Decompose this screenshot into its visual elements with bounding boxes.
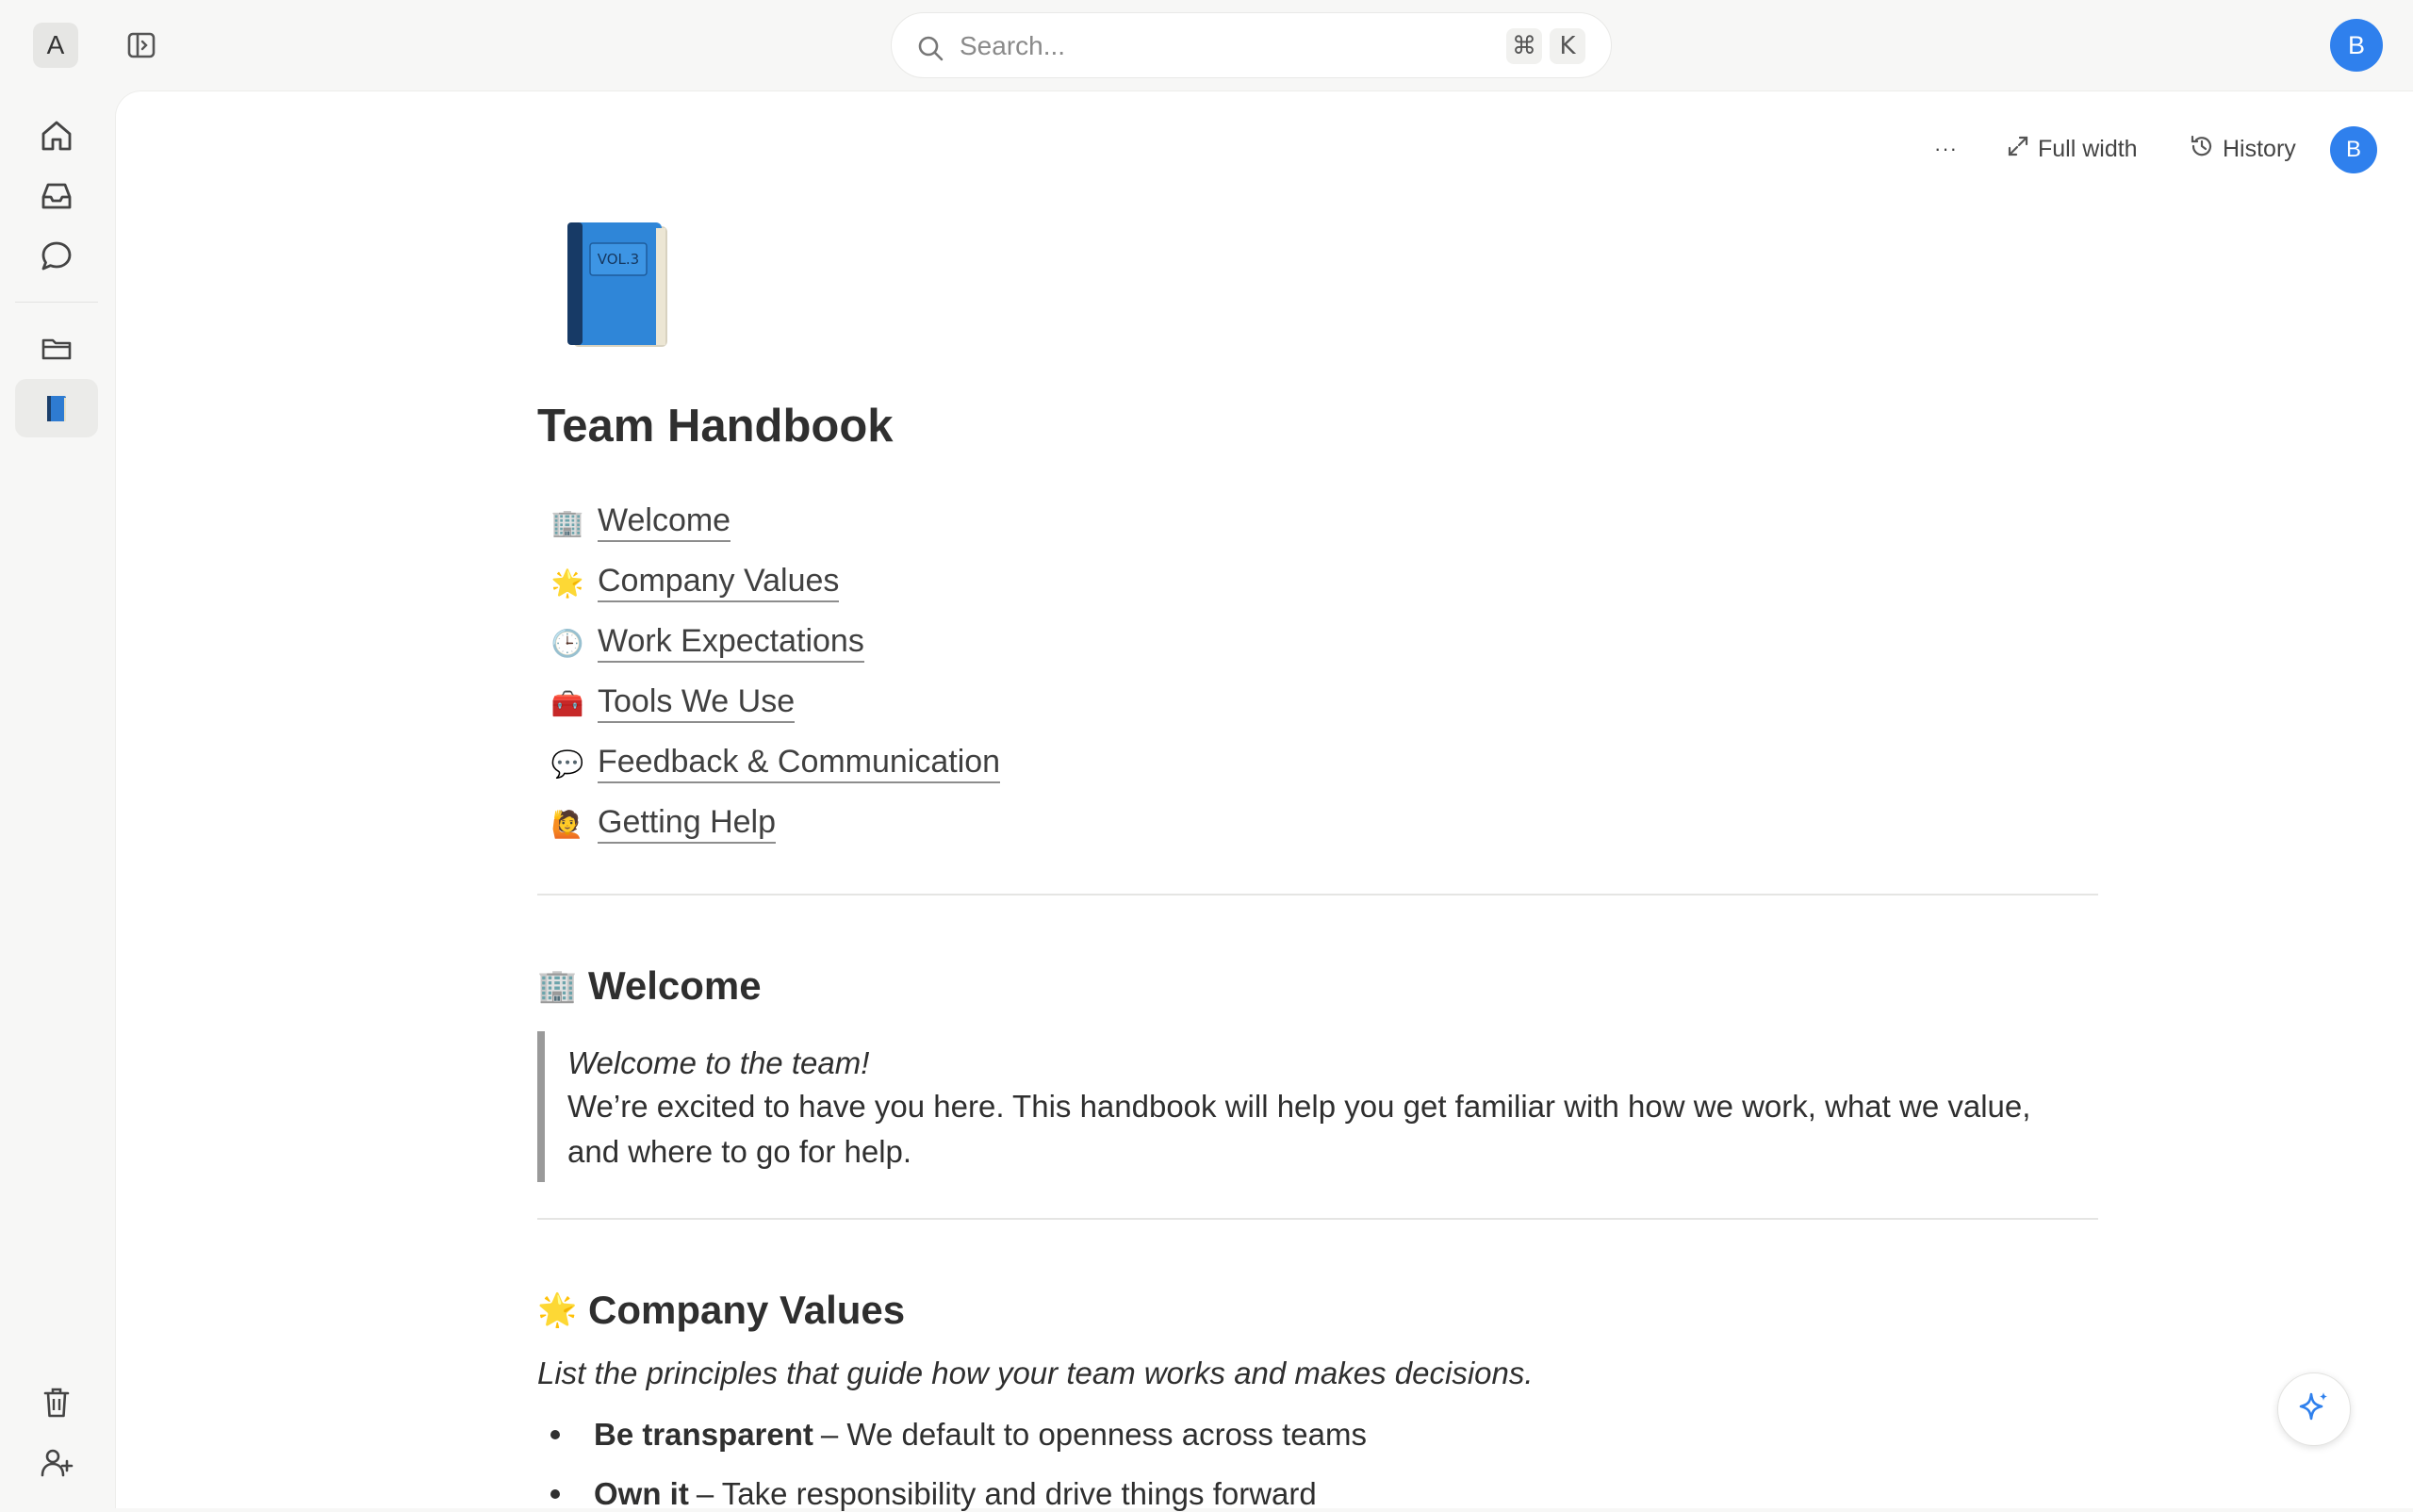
home-icon[interactable] (36, 115, 77, 156)
collaborator-avatar[interactable]: B (2330, 126, 2377, 173)
expand-icon (2006, 134, 2030, 165)
search-input[interactable] (960, 28, 1431, 64)
welcome-heading-text: Welcome (588, 963, 762, 1008)
history-button[interactable]: History (2189, 132, 2296, 166)
clock-icon: 🕒 (550, 628, 584, 658)
list-item[interactable]: Own it – Take responsibility and drive t… (550, 1476, 1317, 1512)
toolbox-icon: 🧰 (550, 688, 584, 718)
toc-link-getting-help[interactable]: 🙋 Getting Help (550, 803, 776, 845)
company-values-subtitle[interactable]: List the principles that guide how your … (537, 1356, 1534, 1391)
document-panel (115, 90, 2413, 1508)
full-width-button[interactable]: Full width (2006, 132, 2138, 166)
more-options-button[interactable]: ··· (1934, 132, 1958, 166)
add-user-icon[interactable] (36, 1442, 77, 1484)
welcome-quote[interactable]: Welcome to the team! We’re excited to ha… (537, 1031, 2045, 1182)
list-item-bold: Be transparent (594, 1417, 813, 1452)
shortcut-k-key: K (1550, 28, 1585, 64)
speech-bubble-icon: 💬 (550, 748, 584, 779)
workspace-switcher[interactable]: A (33, 23, 78, 68)
list-item[interactable]: Be transparent – We default to openness … (550, 1417, 1367, 1453)
toc-link-label: Work Expectations (598, 623, 864, 663)
history-label: History (2223, 135, 2296, 162)
star-icon: 🌟 (537, 1292, 578, 1328)
inbox-icon[interactable] (36, 175, 77, 217)
shortcut-modifier-key: ⌘ (1506, 28, 1542, 64)
toc-link-label: Feedback & Communication (598, 744, 1001, 783)
sparkle-icon (2295, 1389, 2333, 1431)
office-building-icon: 🏢 (550, 507, 584, 537)
company-values-heading-text: Company Values (588, 1288, 906, 1332)
user-avatar[interactable]: B (2330, 19, 2383, 72)
folder-icon[interactable] (36, 328, 77, 370)
bullet-dot (550, 1489, 560, 1499)
raising-hand-icon: 🙋 (550, 809, 584, 839)
office-building-icon: 🏢 (537, 968, 578, 1004)
collaborator-initial: B (2345, 137, 2361, 162)
top-bar: A ⌘ K B (0, 0, 2413, 90)
toc-link-welcome[interactable]: 🏢 Welcome (550, 501, 731, 543)
divider (537, 1218, 2098, 1220)
search-icon (916, 34, 944, 62)
toc-link-label: Company Values (598, 563, 840, 602)
workspace-initial: A (46, 30, 65, 59)
list-item-bold: Own it (594, 1476, 689, 1511)
toc-link-label: Tools We Use (598, 683, 796, 723)
ai-assistant-button[interactable] (2277, 1372, 2351, 1446)
chat-icon[interactable] (36, 236, 77, 277)
document-book-icon[interactable]: VOL.3 (562, 215, 675, 356)
search-bar[interactable]: ⌘ K (891, 12, 1612, 78)
history-icon (2189, 133, 2215, 166)
toc-link-work-expectations[interactable]: 🕒 Work Expectations (550, 622, 864, 664)
list-item-text: – We default to openness across teams (820, 1417, 1367, 1452)
welcome-heading[interactable]: 🏢 Welcome (537, 963, 762, 1009)
company-values-heading[interactable]: 🌟 Company Values (537, 1288, 905, 1333)
full-width-label: Full width (2038, 135, 2138, 162)
page-title[interactable]: Team Handbook (537, 400, 894, 452)
toc-link-company-values[interactable]: 🌟 Company Values (550, 562, 840, 603)
divider (537, 894, 2098, 896)
more-options-label: ··· (1934, 137, 1958, 160)
toc-link-label: Getting Help (598, 804, 776, 844)
rail-divider (15, 302, 98, 303)
sidebar-toggle-icon[interactable] (126, 30, 158, 60)
trash-icon[interactable] (36, 1382, 77, 1423)
toc-link-tools-we-use[interactable]: 🧰 Tools We Use (550, 682, 796, 724)
welcome-quote-line1: Welcome to the team! (567, 1045, 870, 1080)
svg-text:VOL.3: VOL.3 (598, 251, 639, 268)
toc-link-feedback-communication[interactable]: 💬 Feedback & Communication (550, 743, 1001, 784)
welcome-quote-body: We’re excited to have you here. This han… (567, 1089, 2031, 1169)
bullet-dot (550, 1430, 560, 1439)
star-icon: 🌟 (550, 567, 584, 598)
list-item-text: – Take responsibility and drive things f… (696, 1476, 1317, 1511)
book-icon[interactable] (36, 388, 77, 430)
toc-link-label: Welcome (598, 502, 731, 542)
user-initial: B (2347, 30, 2365, 59)
